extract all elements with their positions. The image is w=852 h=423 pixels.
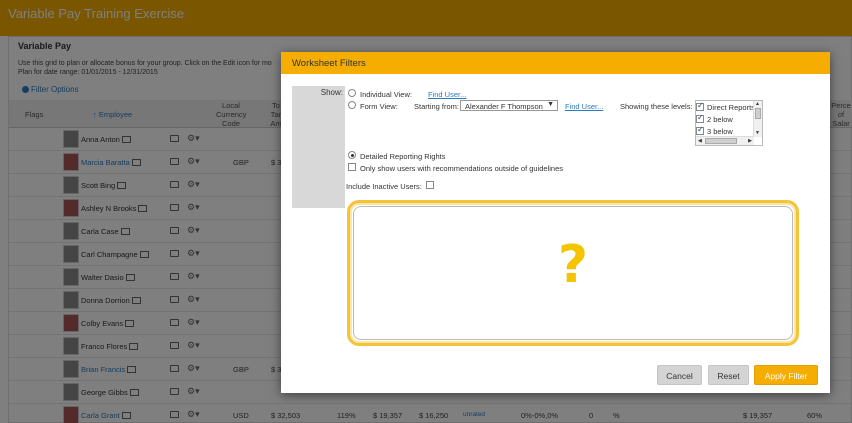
horizontal-scroll-thumb[interactable] bbox=[705, 138, 737, 144]
scroll-down-icon[interactable]: ▼ bbox=[755, 130, 760, 136]
detailed-reporting-rights-radio[interactable] bbox=[348, 151, 356, 159]
only-recommendations-label: Only show users with recommendations out… bbox=[360, 164, 564, 173]
vertical-scroll-thumb[interactable] bbox=[755, 108, 761, 119]
dialog-header: Worksheet Filters bbox=[281, 52, 830, 74]
scroll-up-icon[interactable]: ▲ bbox=[755, 101, 760, 107]
showing-levels-label: Showing these levels: bbox=[620, 102, 693, 111]
cancel-button[interactable]: Cancel bbox=[657, 365, 702, 385]
starting-from-select[interactable]: Alexander F Thompson ▼ bbox=[460, 100, 558, 111]
show-label: Show: bbox=[320, 88, 343, 97]
detailed-reporting-rights-label: Detailed Reporting Rights bbox=[360, 152, 446, 161]
level-label-3-below: 3 below bbox=[707, 127, 733, 136]
question-mark-icon: ? bbox=[557, 235, 589, 295]
individual-view-radio[interactable] bbox=[348, 89, 356, 97]
level-label-direct-reports: Direct Reports bbox=[707, 103, 755, 112]
scroll-right-icon[interactable]: ▶ bbox=[748, 138, 752, 144]
level-checkbox-direct-reports[interactable] bbox=[696, 101, 704, 111]
levels-listbox[interactable]: Direct Reports 2 below 3 below ▲ ▼ ◀ ▶ bbox=[695, 100, 763, 146]
missing-content-placeholder: ? bbox=[347, 200, 799, 346]
levels-vertical-scrollbar[interactable]: ▲ ▼ bbox=[753, 101, 762, 137]
level-item-2-below[interactable]: 2 below bbox=[696, 113, 754, 126]
individual-view-label: Individual View: bbox=[360, 90, 412, 99]
form-view-radio[interactable] bbox=[348, 101, 356, 109]
level-label-2-below: 2 below bbox=[707, 115, 733, 124]
level-item-direct-reports[interactable]: Direct Reports bbox=[696, 101, 755, 114]
starting-from-label: Starting from: bbox=[414, 102, 460, 111]
show-label-box: Show: bbox=[292, 86, 345, 208]
scroll-left-icon[interactable]: ◀ bbox=[698, 138, 702, 144]
dialog-body: Show: Individual View: Find User... Form… bbox=[281, 74, 830, 393]
worksheet-filters-dialog: Worksheet Filters Show: Individual View:… bbox=[281, 52, 830, 393]
level-checkbox-3-below[interactable] bbox=[696, 125, 704, 135]
chevron-down-icon: ▼ bbox=[547, 101, 554, 108]
reset-button[interactable]: Reset bbox=[708, 365, 749, 385]
find-user-link-individual[interactable]: Find User... bbox=[428, 90, 466, 99]
level-checkbox-2-below[interactable] bbox=[696, 113, 704, 123]
levels-horizontal-scrollbar[interactable]: ◀ ▶ bbox=[696, 136, 754, 145]
starting-from-value: Alexander F Thompson bbox=[465, 102, 543, 111]
apply-filter-button[interactable]: Apply Filter bbox=[754, 365, 818, 385]
dialog-title: Worksheet Filters bbox=[292, 58, 366, 69]
form-view-label: Form View: bbox=[360, 102, 398, 111]
include-inactive-label: Include Inactive Users: bbox=[346, 182, 422, 191]
include-inactive-checkbox[interactable] bbox=[426, 181, 434, 189]
find-user-link-form[interactable]: Find User... bbox=[565, 102, 603, 111]
only-recommendations-checkbox[interactable] bbox=[348, 163, 356, 171]
